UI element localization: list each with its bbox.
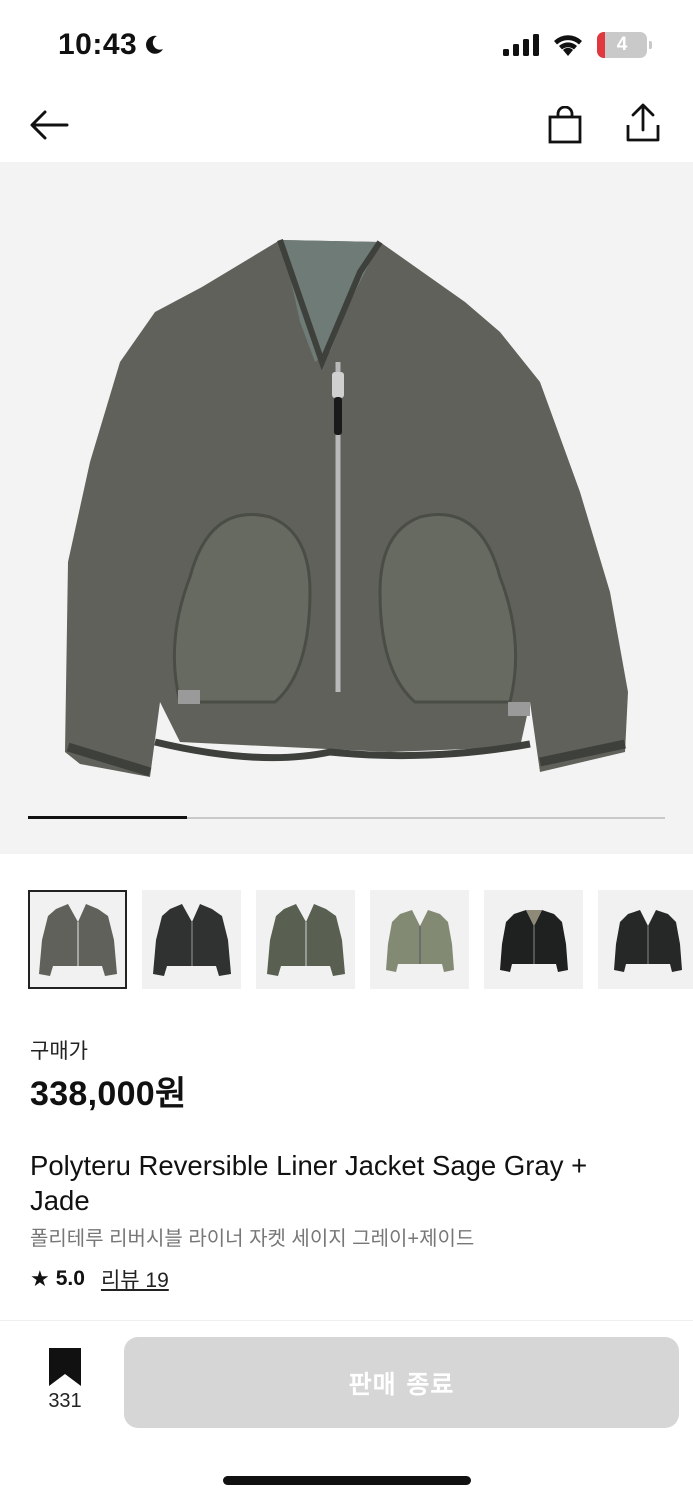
jacket-thumbnail-black <box>499 909 568 972</box>
gallery-progress-track <box>28 816 665 819</box>
status-time: 10:43 <box>58 28 165 62</box>
wifi-icon <box>554 35 582 56</box>
thumbnail-5[interactable] <box>484 890 583 989</box>
jacket-main-image <box>65 239 628 777</box>
bookmark-icon <box>49 1348 81 1386</box>
product-title-en: Polyteru Reversible Liner Jacket Sage Gr… <box>30 1150 588 1216</box>
cart-button[interactable] <box>540 100 590 150</box>
thumbnail-6[interactable] <box>598 890 693 989</box>
thumbnail-2[interactable] <box>142 890 241 989</box>
thumbnail-1[interactable] <box>28 890 127 989</box>
share-button[interactable] <box>618 98 668 148</box>
rating-value: 5.0 <box>55 1267 85 1290</box>
thumbnail-3[interactable] <box>256 890 355 989</box>
jacket-thumbnail-black-2 <box>613 909 682 972</box>
share-icon <box>626 103 660 142</box>
status-bar: 10:43 4 <box>0 0 693 90</box>
product-title-ko: 폴리테루 리버시블 라이너 자켓 세이지 그레이+제이드 <box>30 1228 475 1250</box>
jacket-thumbnail-sage-gray <box>38 903 117 976</box>
back-button[interactable] <box>24 100 74 150</box>
price-value: 338,000원 <box>30 1075 187 1113</box>
bottom-divider <box>0 1320 693 1321</box>
review-link[interactable]: 리뷰 19 <box>101 1264 169 1294</box>
moon-icon <box>146 35 164 54</box>
price-label: 구매가 <box>30 1040 88 1063</box>
jacket-thumbnail-dark <box>152 903 231 976</box>
status-indicators: 4 <box>503 32 652 58</box>
cellular-signal-icon <box>503 34 539 56</box>
product-image-gallery[interactable] <box>0 162 693 854</box>
rating-row: ★ 5.0 리뷰 19 <box>30 1264 169 1294</box>
thumbnail-4[interactable] <box>370 890 469 989</box>
back-arrow-icon <box>30 110 69 140</box>
nav-bar <box>0 90 693 162</box>
star-icon: ★ <box>30 1266 50 1291</box>
status-time-text: 10:43 <box>58 28 138 61</box>
bookmark-count: 331 <box>48 1390 82 1412</box>
battery-level: 4 <box>616 34 628 55</box>
jacket-thumbnail-khaki <box>385 909 454 972</box>
bookmark-button[interactable]: 331 <box>40 1348 90 1413</box>
gallery-progress-fill <box>28 816 188 819</box>
battery-icon: 4 <box>597 32 652 58</box>
home-indicator[interactable] <box>223 1476 471 1485</box>
jacket-thumbnail-olive <box>266 903 345 976</box>
shopping-bag-icon <box>548 106 582 144</box>
sold-out-button[interactable]: 판매 종료 <box>124 1337 679 1428</box>
thumbnail-strip <box>28 890 693 990</box>
